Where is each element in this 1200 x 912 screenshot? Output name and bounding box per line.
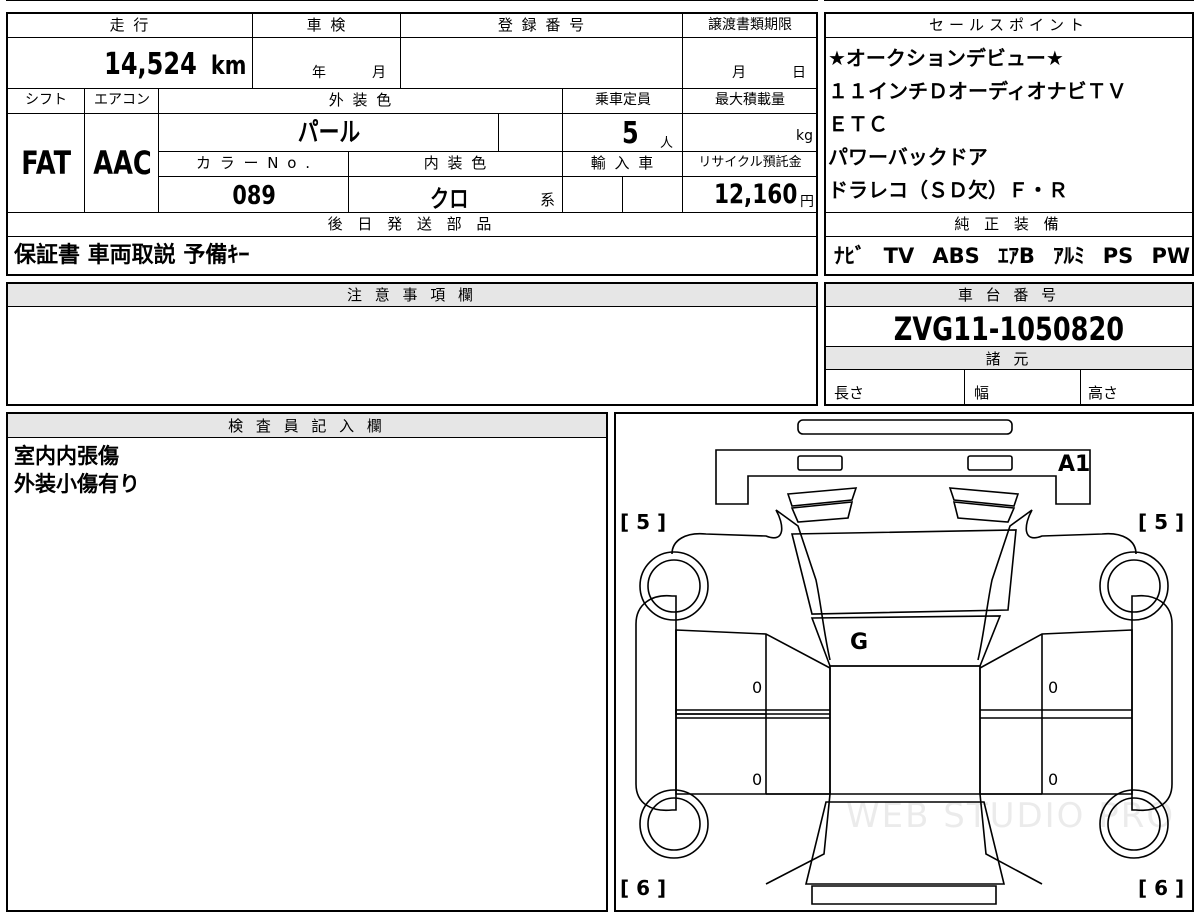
damage-mark-a1: A1 bbox=[1058, 452, 1091, 477]
sales-point-line: ドラレコ（ＳＤ欠）Ｆ・Ｒ bbox=[828, 178, 1068, 202]
sales-points-label: セールスポイント bbox=[826, 14, 1192, 37]
exterior-color-value: パール bbox=[160, 114, 498, 151]
equipment-item: ｴｱB bbox=[997, 244, 1035, 268]
damage-diagram: [ 5 ] [ 5 ] [ 6 ] [ 6 ] A1 G 0 0 0 0 WEB… bbox=[614, 412, 1194, 912]
sales-point-line: パワーバックドア bbox=[828, 145, 988, 169]
capacity-number: 5 bbox=[622, 116, 639, 151]
later-parts-value: 保証書 車両取説 予備ｷｰ bbox=[14, 243, 250, 268]
registration-label: 登 録 番 号 bbox=[402, 14, 682, 37]
mileage-label: 走 行 bbox=[8, 14, 252, 37]
rear-left-tire-rating: [ 6 ] bbox=[620, 876, 667, 900]
import-label: 輸 入 車 bbox=[564, 152, 682, 176]
color-no-text: 089 bbox=[232, 181, 276, 211]
equipment-item: ﾅﾋﾞ bbox=[834, 244, 866, 268]
chassis-panel: 車 台 番 号 ZVG11-1050820 諸 元 長さ 幅 高さ bbox=[824, 282, 1194, 406]
spec-table: 走 行 車 検 登 録 番 号 譲渡書類期限 14,524 km 年 月 月 日… bbox=[6, 0, 818, 276]
inspector-panel: 検 査 員 記 入 欄 室内内張傷 外装小傷有り bbox=[6, 412, 608, 912]
interior-color-label: 内 装 色 bbox=[350, 152, 562, 176]
chassis-number: ZVG11-1050820 bbox=[826, 308, 1192, 348]
transfer-deadline-label: 譲渡書類期限 bbox=[684, 14, 816, 37]
aircon-text: AAC bbox=[93, 144, 152, 182]
recycle-label: リサイクル預託金 bbox=[684, 152, 816, 176]
notes-label: 注 意 事 項 欄 bbox=[8, 284, 816, 307]
sales-point-line: １１インチＤオーディオナビＴＶ bbox=[828, 79, 1127, 103]
transfer-month: 月 bbox=[732, 65, 746, 81]
transfer-day: 日 bbox=[792, 65, 806, 81]
aircon-label: エアコン bbox=[86, 89, 158, 113]
length-label: 長さ bbox=[834, 384, 865, 402]
door-mark: 0 bbox=[752, 678, 763, 697]
chassis-number-text: ZVG11-1050820 bbox=[893, 310, 1125, 348]
inspector-line: 外装小傷有り bbox=[14, 472, 140, 496]
exterior-color-text: パール bbox=[297, 118, 361, 148]
mileage-value: 14,524 km bbox=[8, 38, 246, 88]
inspector-label: 検 査 員 記 入 欄 bbox=[8, 414, 606, 438]
door-mark: 0 bbox=[1048, 678, 1059, 697]
notes-panel: 注 意 事 項 欄 bbox=[6, 282, 818, 406]
max-load-label: 最大積載量 bbox=[684, 89, 816, 113]
color-no-label: カ ラ ー N o . bbox=[160, 152, 348, 176]
interior-color-value: クロ 系 bbox=[350, 177, 562, 213]
equipment-item: PS bbox=[1102, 244, 1134, 268]
color-no-value: 089 bbox=[160, 177, 348, 212]
front-left-tire-rating: [ 5 ] bbox=[620, 510, 667, 534]
mileage-number: 14,524 bbox=[103, 47, 197, 82]
height-label: 高さ bbox=[1088, 384, 1119, 402]
recycle-number: 12,160 bbox=[714, 179, 798, 210]
aircon-value: AAC bbox=[86, 114, 158, 212]
capacity-label: 乗車定員 bbox=[564, 89, 682, 113]
door-mark: 0 bbox=[752, 770, 763, 789]
capacity-value: 5 人 bbox=[564, 114, 682, 151]
front-right-tire-rating: [ 5 ] bbox=[1138, 510, 1185, 534]
genuine-equipment-label: 純 正 装 備 bbox=[826, 213, 1192, 236]
shift-text: FAT bbox=[21, 144, 71, 182]
equipment-item: ABS bbox=[932, 244, 980, 268]
damage-mark-g: G bbox=[850, 630, 869, 655]
rear-right-tire-rating: [ 6 ] bbox=[1138, 876, 1185, 900]
equipment-item: TV bbox=[883, 244, 915, 268]
inspection-label: 車 検 bbox=[254, 14, 400, 37]
capacity-unit: 人 bbox=[660, 136, 674, 151]
later-parts-label: 後 日 発 送 部 品 bbox=[8, 213, 816, 236]
sales-points-panel: セールスポイント ★オークションデビュー★ １１インチＤオーディオナビＴＶ ＥＴ… bbox=[824, 0, 1194, 276]
exterior-color-label: 外 装 色 bbox=[160, 89, 562, 113]
watermark: WEB STUDIO PRO bbox=[846, 796, 1176, 836]
mileage-unit: km bbox=[210, 51, 246, 81]
shift-label: シフト bbox=[8, 89, 84, 113]
interior-color-suffix: 系 bbox=[540, 191, 556, 209]
shift-value: FAT bbox=[8, 114, 84, 212]
chassis-label: 車 台 番 号 bbox=[826, 284, 1192, 307]
width-label: 幅 bbox=[974, 384, 990, 402]
recycle-unit: 円 bbox=[800, 194, 814, 210]
sales-point-line: ★オークションデビュー★ bbox=[828, 46, 1064, 70]
sales-points-list: ★オークションデビュー★ １１インチＤオーディオナビＴＶ ＥＴＣ パワーバックド… bbox=[828, 42, 1190, 207]
door-mark: 0 bbox=[1048, 770, 1059, 789]
equipment-item: PW bbox=[1151, 244, 1190, 268]
recycle-value: 12,160 円 bbox=[684, 177, 816, 212]
inspection-month: 月 bbox=[372, 65, 386, 81]
sales-point-line: ＥＴＣ bbox=[828, 112, 888, 136]
equipment-item: ｱﾙﾐ bbox=[1053, 244, 1085, 268]
genuine-equipment-list: ﾅﾋﾞ TV ABS ｴｱB ｱﾙﾐ PS PW bbox=[834, 240, 1190, 272]
max-load-unit: kg bbox=[796, 128, 813, 144]
inspector-line: 室内内張傷 bbox=[14, 444, 119, 468]
dimensions-label: 諸 元 bbox=[826, 346, 1192, 370]
inspector-notes: 室内内張傷 外装小傷有り bbox=[14, 442, 140, 498]
interior-color-text: クロ bbox=[430, 185, 469, 213]
inspection-year: 年 bbox=[312, 65, 326, 81]
